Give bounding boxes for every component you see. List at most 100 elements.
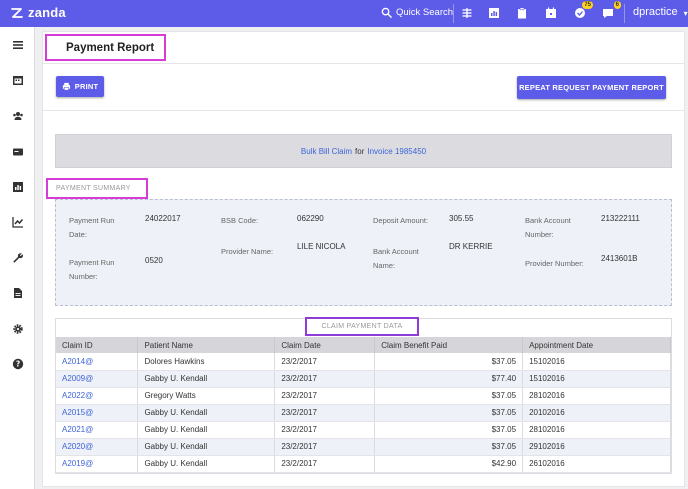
clipboard-icon[interactable] — [515, 6, 529, 20]
quick-search-button[interactable]: Quick Search — [381, 7, 453, 18]
deposit-amount-label: Deposit Amount: — [373, 216, 429, 225]
table-header-row: Claim ID Patient Name Claim Date Claim B… — [56, 337, 671, 353]
logo-text: zanda — [28, 5, 66, 20]
table-row: A2019@ Gabby U. Kendall 23/2/2017 $42.90… — [56, 455, 671, 473]
user-menu[interactable]: dpractice ▾ — [633, 6, 688, 18]
claim-benefit-paid: $37.05 — [374, 404, 524, 422]
claim-date: 23/2/2017 — [274, 353, 376, 371]
tasks-icon[interactable]: 75 — [573, 1, 593, 20]
appointment-date: 26102016 — [522, 455, 671, 473]
messages-badge: 6 — [613, 1, 621, 9]
deposit-amount-value: 305.55 — [449, 214, 474, 223]
divider — [43, 63, 684, 64]
column-header-patient-name[interactable]: Patient Name — [137, 337, 276, 353]
claim-benefit-paid: $37.05 — [374, 387, 524, 405]
print-label: PRINT — [74, 82, 99, 91]
divider — [43, 110, 684, 111]
document-icon[interactable] — [11, 286, 24, 299]
wrench-icon[interactable] — [11, 251, 24, 264]
logo[interactable]: zanda — [10, 5, 66, 20]
patient-name: Gabby U. Kendall — [137, 438, 276, 456]
reports-icon[interactable] — [487, 6, 501, 20]
invoice-link[interactable]: Invoice 1985450 — [367, 147, 426, 156]
claim-id-link[interactable]: A2022@ — [56, 387, 139, 405]
print-button[interactable]: PRINT — [56, 76, 104, 97]
appointment-date: 15102016 — [522, 370, 671, 388]
provider-name-value: LILE NICOLA — [297, 242, 346, 251]
claim-id-link[interactable]: A2019@ — [56, 455, 139, 473]
calendar-icon[interactable] — [544, 6, 558, 20]
claim-payment-table: Claim ID Patient Name Claim Date Claim B… — [56, 337, 671, 473]
scale-icon[interactable] — [460, 6, 474, 20]
appointment-date: 15102016 — [522, 353, 671, 371]
appointment-date: 29102016 — [522, 438, 671, 456]
for-text: for — [355, 146, 365, 156]
claim-payment-heading: CLAIM PAYMENT DATA — [305, 317, 419, 336]
settings-icon[interactable] — [11, 322, 24, 335]
column-header-claim-benefit-paid[interactable]: Claim Benefit Paid — [374, 337, 524, 353]
claim-date: 23/2/2017 — [274, 387, 376, 405]
bank-account-number-value: 213222111 — [601, 214, 640, 223]
payment-run-date-value: 24022017 — [145, 214, 181, 223]
claim-payment-section: CLAIM PAYMENT DATA Claim ID Patient Name… — [55, 317, 672, 474]
tasks-badge: 75 — [582, 1, 593, 9]
calendar-icon[interactable] — [11, 73, 24, 86]
patient-name: Gabby U. Kendall — [137, 455, 276, 473]
claim-id-link[interactable]: A2014@ — [56, 353, 139, 371]
claim-date: 23/2/2017 — [274, 455, 376, 473]
claim-benefit-paid: $37.05 — [374, 421, 524, 439]
zanda-logo-icon — [11, 7, 23, 18]
messages-icon[interactable]: 6 — [601, 1, 621, 20]
repeat-request-button[interactable]: REPEAT REQUEST PAYMENT REPORT — [517, 76, 666, 99]
patient-name: Gabby U. Kendall — [137, 370, 276, 388]
column-header-claim-date[interactable]: Claim Date — [274, 337, 376, 353]
appointment-date: 28102016 — [522, 387, 671, 405]
user-name: dpractice — [633, 6, 678, 18]
claim-benefit-paid: $77.40 — [374, 370, 524, 388]
patient-name: Gabby U. Kendall — [137, 421, 276, 439]
claim-date: 23/2/2017 — [274, 404, 376, 422]
claim-id-link[interactable]: A2020@ — [56, 438, 139, 456]
column-header-appointment-date[interactable]: Appointment Date — [522, 337, 671, 353]
users-icon[interactable] — [11, 109, 24, 122]
claim-id-link[interactable]: A2021@ — [56, 421, 139, 439]
table-row: A2020@ Gabby U. Kendall 23/2/2017 $37.05… — [56, 438, 671, 456]
claim-benefit-paid: $37.05 — [374, 438, 524, 456]
search-icon — [381, 7, 392, 18]
bank-account-name-label: Bank Account Name: — [373, 247, 419, 270]
table-row: A2009@ Gabby U. Kendall 23/2/2017 $77.40… — [56, 370, 671, 388]
table-row: A2021@ Gabby U. Kendall 23/2/2017 $37.05… — [56, 421, 671, 439]
claim-benefit-paid: $42.90 — [374, 455, 524, 473]
chevron-down-icon: ▾ — [683, 8, 688, 18]
column-header-claim-id[interactable]: Claim ID — [56, 337, 139, 353]
reports-icon[interactable] — [11, 180, 24, 193]
provider-number-label: Provider Number: — [525, 259, 584, 268]
provider-name-label: Provider Name: — [221, 247, 274, 256]
payment-summary-panel: Payment Run Date: 24022017 BSB Code: 062… — [55, 199, 672, 306]
claim-id-link[interactable]: A2009@ — [56, 370, 139, 388]
menu-icon[interactable] — [11, 38, 24, 51]
patient-name: Gregory Watts — [137, 387, 276, 405]
invoice-banner: Bulk Bill Claim for Invoice 1985450 — [55, 134, 672, 168]
help-icon[interactable]: ? — [11, 357, 24, 370]
bulk-bill-claim-link[interactable]: Bulk Bill Claim — [301, 147, 352, 156]
bank-account-name-value: DR KERRIE — [449, 242, 493, 251]
claim-id-link[interactable]: A2015@ — [56, 404, 139, 422]
table-row: A2022@ Gregory Watts 23/2/2017 $37.05 28… — [56, 387, 671, 405]
claim-date: 23/2/2017 — [274, 438, 376, 456]
payment-run-number-label: Payment Run Number: — [69, 258, 115, 281]
bsb-code-value: 062290 — [297, 214, 324, 223]
bsb-code-label: BSB Code: — [221, 216, 259, 225]
payment-run-date-label: Payment Run Date: — [69, 216, 115, 239]
top-bar: zanda Quick Search 75 6 dpractice ▾ — [0, 0, 688, 27]
printer-icon — [62, 82, 70, 91]
bank-account-number-label: Bank Account Number: — [525, 216, 571, 239]
payment-summary-heading: PAYMENT SUMMARY — [46, 178, 148, 199]
billing-icon[interactable] — [11, 145, 24, 158]
sidebar: ? — [0, 27, 35, 489]
divider — [453, 4, 454, 23]
patient-name: Gabby U. Kendall — [137, 404, 276, 422]
repeat-request-label: REPEAT REQUEST PAYMENT REPORT — [519, 83, 664, 92]
analytics-icon[interactable] — [11, 215, 24, 228]
claim-date: 23/2/2017 — [274, 370, 376, 388]
